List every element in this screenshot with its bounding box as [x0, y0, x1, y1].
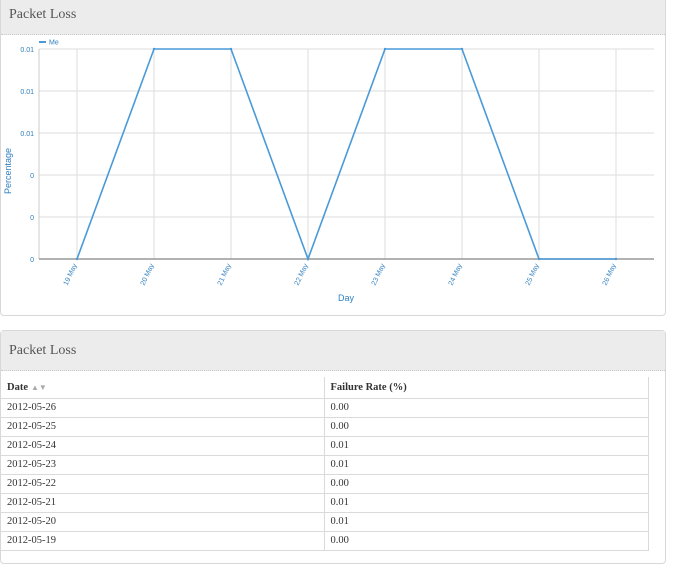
failure-rate-column-header[interactable]: Failure Rate (%): [323, 377, 649, 399]
failure-rate-cell: 0.01: [323, 492, 649, 513]
failure-rate-cell: 0.00: [323, 530, 649, 551]
x-tick-label: 24 May: [448, 262, 464, 286]
date-cell: 2012-05-26: [1, 397, 325, 418]
x-tick-label: 19 May: [63, 262, 79, 286]
table-row: 2012-05-19 0.00: [1, 530, 649, 551]
x-tick-label: 26 May: [602, 262, 618, 286]
failure-rate-cell: 0.01: [323, 454, 649, 475]
failure-rate-cell: 0.01: [323, 435, 649, 456]
y-tick-label: 0.01: [20, 89, 34, 96]
x-tick-label: 25 May: [525, 262, 541, 286]
failure-rate-cell: 0.00: [323, 473, 649, 494]
x-tick-label: 21 May: [217, 262, 233, 286]
date-cell: 2012-05-23: [1, 454, 325, 475]
packet-loss-chart: 0 0 0 0.01 0.01 0.01 19 May 20 May 21 May 22 May 2…: [3, 40, 654, 303]
data-point: [229, 47, 233, 51]
sort-icon[interactable]: ▲▼: [31, 383, 47, 392]
date-cell: 2012-05-22: [1, 473, 325, 494]
table-row: 2012-05-25 0.00: [1, 416, 649, 437]
x-tick-label: 20 May: [140, 262, 156, 286]
y-tick-label: 0: [30, 257, 34, 264]
table-row: 2012-05-24 0.01: [1, 435, 649, 456]
y-tick-label: 0.01: [20, 131, 34, 138]
failure-rate-cell: 0.00: [323, 397, 649, 418]
table-panel: Packet Loss Date ▲▼ Failure Rate (%) 2012…: [0, 330, 666, 564]
failure-rate-cell: 0.00: [323, 416, 649, 437]
data-point: [75, 257, 79, 261]
data-point: [306, 257, 310, 261]
chart-panel-title: Packet Loss: [9, 7, 77, 22]
x-tick-label: 23 May: [371, 262, 387, 286]
y-tick-label: 0: [30, 173, 34, 180]
failure-rate-header-label: Failure Rate (%): [330, 381, 407, 393]
date-cell: 2012-05-24: [1, 435, 325, 456]
x-axis-title: Day: [338, 293, 355, 303]
y-tick-label: 0: [30, 215, 34, 222]
x-tick-label: 22 May: [294, 262, 310, 286]
date-cell: 2012-05-25: [1, 416, 325, 437]
table-panel-header: Packet Loss: [1, 331, 665, 371]
legend-label: Me: [49, 40, 59, 47]
y-tick-label: 0.01: [20, 47, 34, 54]
data-point: [383, 47, 387, 51]
data-point: [614, 257, 618, 261]
data-point: [152, 47, 156, 51]
table-row: 2012-05-21 0.01: [1, 492, 649, 513]
date-cell: 2012-05-21: [1, 492, 325, 513]
table-row: 2012-05-23 0.01: [1, 454, 649, 475]
series-line: [76, 48, 616, 262]
data-point: [460, 47, 464, 51]
date-header-label: Date: [7, 381, 28, 393]
packet-loss-table: Date ▲▼ Failure Rate (%) 2012-05-26 0.00 20…: [1, 377, 649, 551]
date-cell: 2012-05-20: [1, 511, 325, 532]
table-row: 2012-05-22 0.00: [1, 473, 649, 494]
data-point: [537, 257, 541, 261]
table-row: 2012-05-26 0.00: [1, 397, 649, 418]
failure-rate-cell: 0.01: [323, 511, 649, 532]
date-cell: 2012-05-19: [1, 530, 325, 551]
y-axis-title: Percentage: [3, 148, 13, 194]
table-row: 2012-05-20 0.01: [1, 511, 649, 532]
table-panel-title: Packet Loss: [9, 343, 77, 358]
table-header-row: Date ▲▼ Failure Rate (%): [1, 377, 649, 399]
chart-panel: Packet Loss 0 0 0 0.01 0.01 0.01 19 May 20 May 2…: [0, 0, 666, 316]
date-column-header[interactable]: Date ▲▼: [1, 377, 325, 399]
